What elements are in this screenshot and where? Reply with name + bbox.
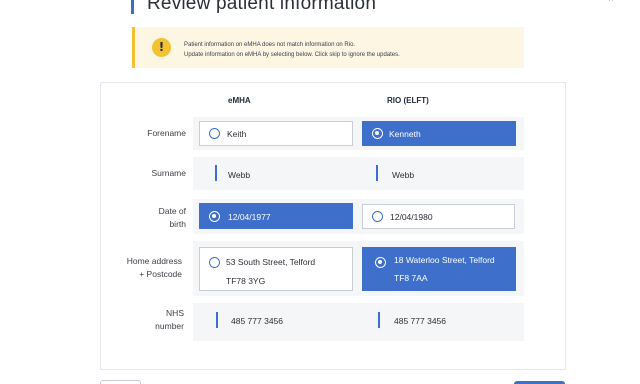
radio-button-selected[interactable] — [375, 257, 386, 268]
address-emha-option[interactable]: 53 South Street, Telford TF78 3YG — [199, 247, 353, 291]
mismatch-alert: ! Patient information on eMHA does not m… — [132, 27, 524, 68]
dob-rio-option[interactable]: 12/04/1980 — [362, 204, 515, 229]
dob-rio-value: 12/04/1980 — [390, 212, 433, 222]
dob-emha-value: 12/04/1977 — [228, 212, 271, 222]
forename-emha-value: Keith — [227, 129, 247, 139]
nhs-rio-value: 485 777 3456 — [394, 316, 446, 326]
radio-button[interactable] — [209, 128, 220, 139]
address-rio-line-2: TF8 7AA — [394, 273, 428, 283]
alert-message: Patient information on eMHA does not mat… — [184, 40, 400, 60]
address-label-line-1: Home address — [126, 256, 182, 266]
radio-button[interactable] — [209, 257, 220, 268]
radio-button-selected[interactable] — [372, 128, 383, 139]
dob-label: Date of birth — [106, 205, 186, 231]
forename-rio-option[interactable]: Kenneth — [362, 121, 516, 146]
alert-line-1: Patient information on eMHA does not mat… — [184, 42, 356, 48]
address-emha-line-1: 53 South Street, Telford — [226, 257, 316, 267]
surname-rio-marker — [376, 165, 378, 181]
forename-label: Forename — [147, 128, 186, 138]
nhs-rio-marker — [378, 312, 380, 328]
nhs-emha-value: 485 777 3456 — [231, 316, 283, 326]
warning-icon: ! — [152, 38, 171, 57]
address-label-line-2: + Postcode — [139, 269, 182, 279]
nhs-label: NHS number — [104, 307, 184, 333]
surname-label: Surname — [151, 168, 187, 178]
address-label: Home address + Postcode — [102, 255, 182, 281]
surname-emha-value: Webb — [228, 170, 251, 180]
dob-label-line-2: birth — [169, 219, 186, 229]
close-icon[interactable]: × — [608, 0, 614, 5]
dob-label-line-1: Date of — [158, 206, 186, 216]
column-header-emha: eMHA — [228, 96, 251, 105]
forename-emha-option[interactable]: Keith — [199, 121, 353, 146]
surname-rio-value: Webb — [392, 170, 415, 180]
radio-button[interactable] — [372, 211, 383, 222]
surname-emha-marker — [215, 165, 217, 181]
page-title: Review patient information — [147, 0, 377, 14]
column-header-rio: RIO (ELFT) — [387, 96, 429, 105]
alert-line-2: Update information on eMHA by selecting … — [184, 52, 400, 58]
skip-button[interactable] — [100, 380, 141, 384]
title-accent-bar — [131, 0, 134, 14]
dob-emha-option[interactable]: 12/04/1977 — [199, 203, 353, 229]
address-rio-option[interactable]: 18 Waterloo Street, Telford TF8 7AA — [362, 247, 516, 291]
nhs-label-line-1: NHS — [166, 308, 184, 318]
address-rio-line-1: 18 Waterloo Street, Telford — [394, 255, 495, 265]
forename-rio-value: Kenneth — [389, 129, 421, 139]
nhs-emha-marker — [216, 312, 218, 328]
nhs-label-line-2: number — [155, 321, 184, 331]
radio-button-selected[interactable] — [209, 211, 220, 222]
address-emha-line-2: TF78 3YG — [226, 276, 266, 286]
